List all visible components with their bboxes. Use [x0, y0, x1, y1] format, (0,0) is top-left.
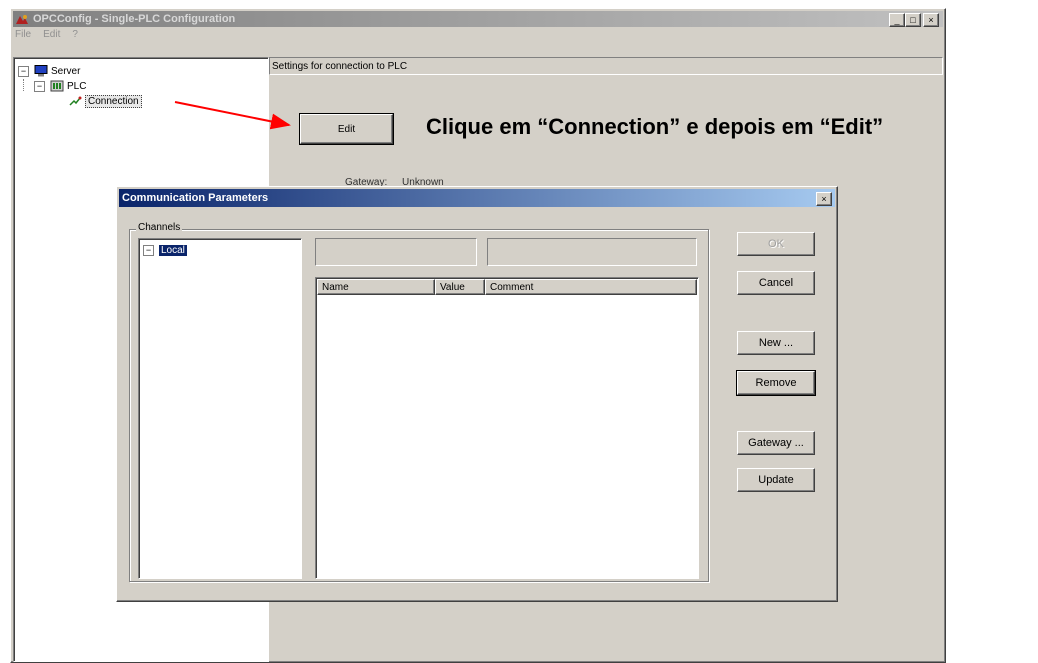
menu-help[interactable]: ? — [72, 29, 78, 45]
tree-item-connection[interactable]: Connection — [68, 94, 142, 108]
channels-label: Channels — [136, 222, 183, 233]
gateway-button[interactable]: Gateway ... — [737, 431, 815, 455]
parameter-list-header: Name Value Comment — [317, 279, 697, 295]
annotation-text: Clique em “Connection” e depois em “Edit… — [426, 114, 884, 139]
tree-item-server[interactable]: − Server — [18, 64, 80, 78]
close-icon: × — [821, 193, 827, 204]
maximize-icon: □ — [910, 14, 916, 25]
tree-line — [23, 79, 24, 91]
tree-label-connection: Connection — [85, 94, 142, 108]
collapse-icon[interactable]: − — [34, 80, 45, 92]
settings-header: Settings for connection to PLC — [269, 57, 943, 75]
communication-parameters-dialog: Communication Parameters × Channels − Lo… — [116, 186, 838, 602]
maximize-button[interactable]: □ — [905, 13, 921, 27]
minimize-icon: _ — [894, 14, 900, 25]
new-button[interactable]: New ... — [737, 331, 815, 355]
tree-label-plc: PLC — [67, 80, 87, 92]
cancel-button[interactable]: Cancel — [737, 271, 815, 295]
tree-label-local: Local — [159, 245, 187, 256]
tree-item-plc[interactable]: − PLC — [34, 79, 86, 93]
main-window-title: OPCConfig - Single-PLC Configuration — [33, 13, 236, 25]
channel-info-field-1 — [315, 238, 477, 266]
ok-button[interactable]: OK — [737, 232, 815, 256]
tree-label-server: Server — [51, 65, 81, 77]
computer-icon — [34, 65, 48, 77]
connection-icon — [68, 95, 82, 107]
menu-bar: File Edit ? — [15, 29, 78, 45]
column-header-value[interactable]: Value — [435, 279, 485, 295]
parameter-list: Name Value Comment — [315, 277, 699, 579]
dialog-title: Communication Parameters — [122, 192, 269, 204]
collapse-icon[interactable]: − — [18, 65, 29, 77]
channel-tree: − Local — [138, 238, 302, 579]
column-header-name[interactable]: Name — [317, 279, 435, 295]
main-title-bar[interactable]: OPCConfig - Single-PLC Configuration _ □… — [13, 11, 943, 27]
channel-info-field-2 — [487, 238, 697, 266]
collapse-icon[interactable]: − — [143, 245, 154, 256]
plc-icon — [50, 80, 64, 92]
remove-button[interactable]: Remove — [736, 370, 816, 396]
column-header-comment[interactable]: Comment — [485, 279, 697, 295]
settings-header-text: Settings for connection to PLC — [272, 60, 408, 72]
edit-button[interactable]: Edit — [299, 113, 394, 145]
dialog-close-button[interactable]: × — [816, 192, 832, 206]
menu-edit[interactable]: Edit — [43, 29, 60, 45]
tree-item-local[interactable]: − Local — [143, 245, 187, 256]
close-icon: × — [928, 14, 934, 25]
minimize-button[interactable]: _ — [889, 13, 905, 27]
app-icon — [15, 13, 29, 25]
menu-file[interactable]: File — [15, 29, 31, 45]
close-button[interactable]: × — [923, 13, 939, 27]
update-button[interactable]: Update — [737, 468, 815, 492]
dialog-title-bar[interactable]: Communication Parameters × — [119, 189, 835, 207]
